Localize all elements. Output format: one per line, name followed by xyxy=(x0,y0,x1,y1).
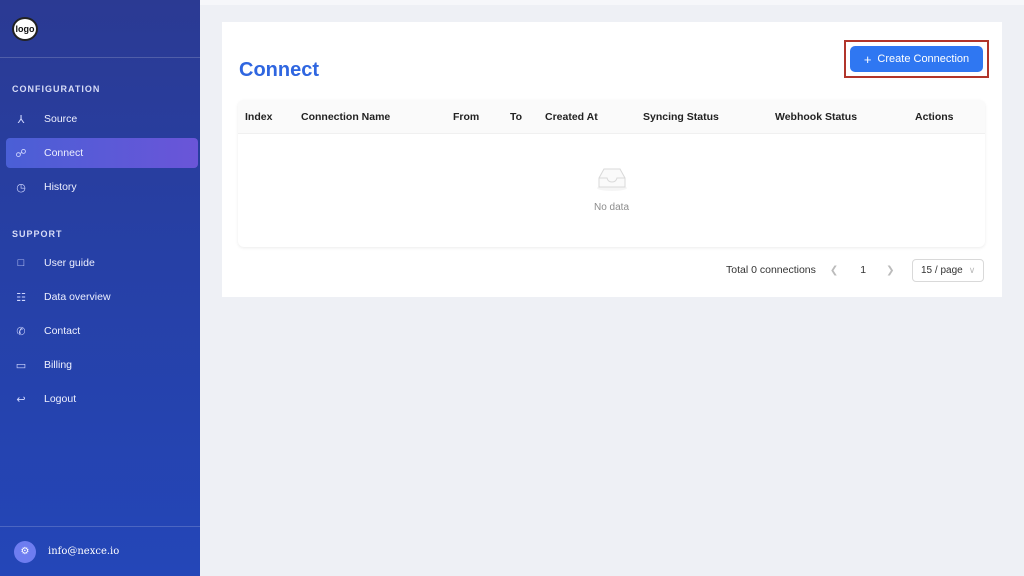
sidebar-footer: ⚙ info@nexce.io xyxy=(0,526,200,576)
column-header[interactable]: Syncing Status xyxy=(643,111,719,123)
column-header[interactable]: Index xyxy=(245,111,272,123)
sidebar-item-source[interactable]: ⅄ Source xyxy=(6,104,198,134)
sidebar-item-label: Data overview xyxy=(44,291,111,303)
sidebar-item-label: Contact xyxy=(44,325,81,337)
sidebar-item-label: Billing xyxy=(44,359,73,371)
history-icon: ◷ xyxy=(16,181,26,194)
page-number[interactable]: 1 xyxy=(860,264,866,276)
user-email: info@nexce.io xyxy=(48,546,120,557)
billing-icon: ▭ xyxy=(15,359,27,372)
connect-icon: ☍ xyxy=(15,147,27,160)
page-size-value: 15 / page xyxy=(921,265,963,276)
avatar[interactable]: ⚙ xyxy=(14,540,36,563)
sidebar-item-label: Source xyxy=(44,113,78,125)
sidebar-item-contact[interactable]: ✆ Contact xyxy=(6,316,198,346)
empty-state: No data xyxy=(238,134,985,247)
content-card: Connect + Create Connection Index Connec… xyxy=(222,22,1002,297)
next-page-icon[interactable]: ❯ xyxy=(886,265,894,276)
contact-icon: ✆ xyxy=(16,325,26,338)
top-strip xyxy=(200,0,1024,5)
create-connection-label: Create Connection xyxy=(877,53,970,65)
column-header[interactable]: Connection Name xyxy=(301,111,390,123)
connections-table: Index Connection Name From To Created At… xyxy=(238,100,985,247)
section-support: SUPPORT xyxy=(12,229,63,239)
sidebar-item-history[interactable]: ◷ History xyxy=(6,172,198,202)
create-connection-button[interactable]: + Create Connection xyxy=(850,46,983,72)
sidebar: logo CONFIGURATION ⅄ Source ☍ Connect ◷ … xyxy=(0,0,200,576)
empty-text: No data xyxy=(593,202,630,213)
sidebar-item-label: Logout xyxy=(44,393,77,405)
sidebar-item-connect[interactable]: ☍ Connect xyxy=(6,138,198,168)
sidebar-item-label: Connect xyxy=(44,147,84,159)
sidebar-item-logout[interactable]: ↩ Logout xyxy=(6,384,198,414)
table-header: Index Connection Name From To Created At… xyxy=(238,100,985,134)
section-configuration: CONFIGURATION xyxy=(12,84,101,94)
logout-icon: ↩ xyxy=(16,393,26,406)
sidebar-item-billing[interactable]: ▭ Billing xyxy=(6,350,198,380)
sidebar-item-label: User guide xyxy=(44,257,95,269)
column-header[interactable]: Actions xyxy=(915,111,954,123)
pagination-total: Total 0 connections xyxy=(726,264,816,276)
logo-area: logo xyxy=(0,0,200,58)
sidebar-item-label: History xyxy=(44,181,77,193)
page-title: Connect xyxy=(239,59,319,81)
column-header[interactable]: To xyxy=(510,111,522,123)
user-guide-icon: □ xyxy=(17,257,25,269)
data-overview-icon: ☷ xyxy=(16,291,26,304)
column-header[interactable]: Created At xyxy=(545,111,598,123)
chevron-down-icon: ∨ xyxy=(968,265,976,275)
column-header[interactable]: From xyxy=(453,111,479,123)
column-header[interactable]: Webhook Status xyxy=(775,111,857,123)
sidebar-item-data-overview[interactable]: ☷ Data overview xyxy=(6,282,198,312)
pagination: Total 0 connections ❮ 1 ❯ xyxy=(726,259,895,281)
source-icon: ⅄ xyxy=(17,113,25,126)
prev-page-icon[interactable]: ❮ xyxy=(830,265,838,276)
plus-icon: + xyxy=(863,51,872,67)
logo[interactable]: logo xyxy=(12,17,38,41)
sidebar-item-user-guide[interactable]: □ User guide xyxy=(6,248,198,278)
create-button-highlight: + Create Connection xyxy=(844,40,989,78)
empty-inbox-icon xyxy=(597,168,627,191)
page-size-select[interactable]: 15 / page ∨ xyxy=(912,259,984,282)
